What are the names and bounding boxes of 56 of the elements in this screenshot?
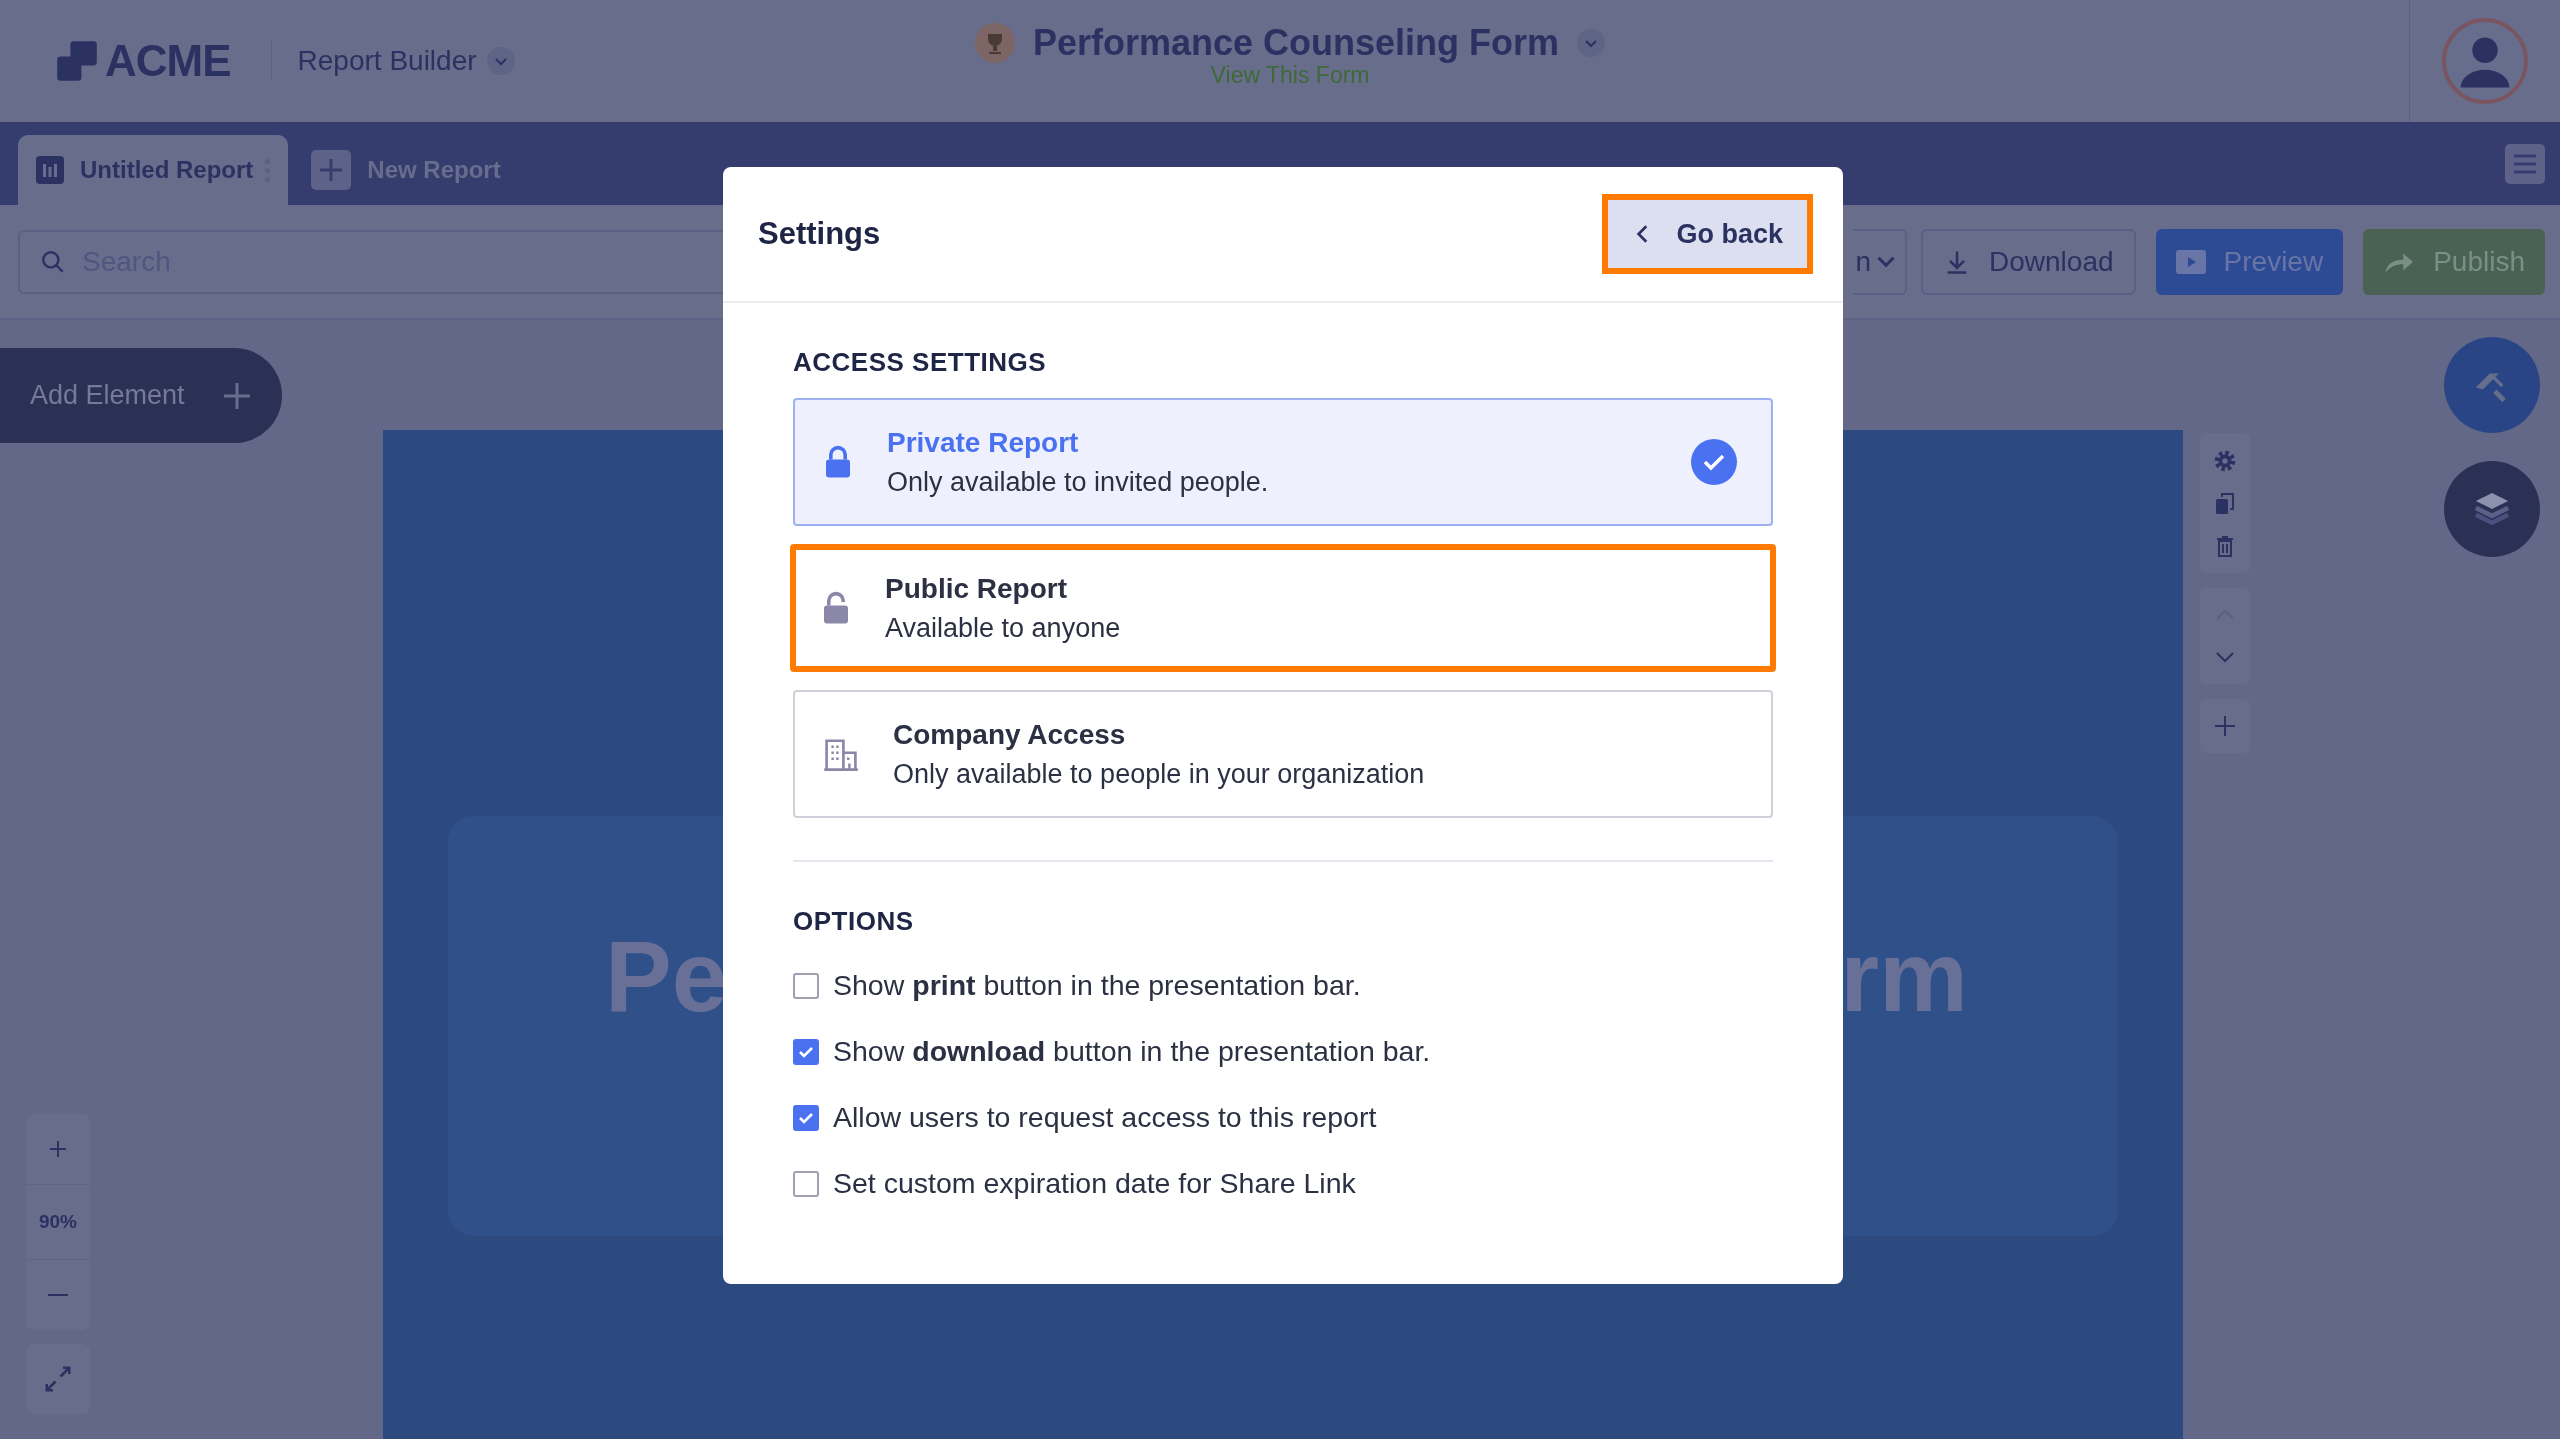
report-tab[interactable]: Untitled Report	[18, 135, 289, 205]
app-menu[interactable]: Report Builder	[297, 45, 515, 77]
check-circle-icon	[1691, 439, 1737, 485]
unlocked-padlock-icon	[821, 590, 851, 626]
checkbox[interactable]	[793, 1038, 819, 1065]
search-icon	[40, 248, 66, 275]
expand-icon	[43, 1364, 73, 1394]
go-back-button[interactable]: Go back	[1602, 194, 1813, 274]
plus-icon	[222, 380, 252, 411]
dropdown-button[interactable]: n	[1853, 228, 1908, 295]
card-title: rm	[1840, 926, 1968, 1026]
fullscreen-button[interactable]	[26, 1344, 90, 1414]
minus-icon	[48, 1293, 68, 1297]
plus-icon	[311, 150, 352, 190]
section-heading: ACCESS SETTINGS	[793, 347, 1048, 378]
building-icon	[823, 736, 859, 772]
option-title: Public Report	[885, 572, 1068, 605]
chevron-down-icon	[1877, 256, 1896, 267]
add-element-button[interactable]: Add Element	[0, 348, 282, 443]
access-option[interactable]: Company Access Only available to people in your organization	[793, 690, 1773, 818]
checkbox[interactable]	[793, 1104, 819, 1131]
option-title: Company Access	[893, 718, 1127, 751]
copy-icon[interactable]	[2213, 492, 2237, 516]
option-label: Show download button in the presentation bar.	[833, 1035, 1431, 1068]
option-title: Private Report	[887, 426, 1080, 459]
view-form-link[interactable]: View This Form	[1210, 62, 1370, 89]
form-title: Performance Counseling Form	[1033, 22, 1560, 64]
option-label: Show print button in the presentation bar.	[833, 969, 1361, 1002]
preview-button[interactable]: Preview	[2155, 228, 2344, 295]
plus-icon	[48, 1139, 68, 1159]
section-heading: OPTIONS	[793, 906, 915, 937]
access-option[interactable]: Private Report Only available to invited people.	[793, 398, 1773, 526]
plus-icon[interactable]	[2213, 714, 2237, 738]
avatar-icon[interactable]	[2441, 17, 2529, 105]
trophy-icon	[975, 23, 1015, 63]
card-title: Pe	[605, 926, 728, 1026]
play-icon	[2175, 249, 2206, 274]
chevron-down-icon[interactable]	[1577, 29, 1606, 57]
access-option[interactable]: Public Report Available to anyone	[790, 544, 1776, 672]
logo-text: ACME	[105, 36, 231, 86]
option-description: Available to anyone	[885, 612, 1122, 644]
menu-icon[interactable]	[2505, 143, 2545, 184]
option-description: Only available to invited people.	[887, 466, 1270, 498]
checkbox[interactable]	[793, 1170, 819, 1197]
settings-icon[interactable]	[2212, 448, 2238, 474]
lock-icon	[823, 444, 853, 480]
option-description: Only available to people in your organization	[893, 758, 1426, 790]
option-label: Set custom expiration date for Share Link	[833, 1167, 1356, 1200]
checkbox[interactable]	[793, 972, 819, 999]
bar-chart-icon	[36, 156, 64, 184]
option-label: Allow users to request access to this report	[833, 1101, 1377, 1134]
chevron-down-icon	[486, 47, 515, 75]
dialog-title: Settings	[758, 216, 881, 252]
zoom-level: 90%	[26, 1184, 90, 1260]
download-button[interactable]: Download	[1921, 228, 2136, 295]
logo-icon	[55, 39, 99, 83]
